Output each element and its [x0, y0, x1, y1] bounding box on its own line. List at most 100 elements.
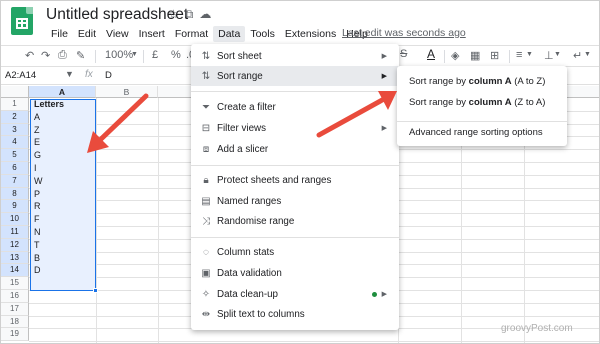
merge-cells-icon[interactable]: ⊞ [490, 49, 499, 62]
cell-a2[interactable]: A [34, 111, 40, 124]
cell-a8[interactable]: P [34, 188, 40, 201]
name-box-caret-icon[interactable]: ▼ [65, 69, 74, 79]
select-all-corner[interactable] [1, 86, 29, 98]
shuffle-icon: ⤨ [202, 215, 210, 227]
cell-a1[interactable]: Letters [34, 98, 64, 111]
menu-item-sort-sheet[interactable]: ⇅ Sort sheet ▶ [191, 46, 399, 66]
menu-data[interactable]: Data [213, 26, 246, 42]
row-header[interactable]: 6 [1, 162, 29, 175]
row-header[interactable]: 4 [1, 136, 29, 150]
menu-item-named-ranges[interactable]: ▤ Named ranges [191, 191, 399, 211]
h-align-caret-icon[interactable]: ▼ [526, 51, 533, 58]
borders-icon[interactable]: ▦ [470, 49, 480, 62]
menu-item-add-slicer[interactable]: ⧈ Add a slicer [191, 139, 399, 159]
row-header[interactable]: 8 [1, 187, 29, 201]
menu-insert[interactable]: Insert [134, 26, 170, 42]
cell-a7[interactable]: W [34, 175, 43, 188]
app-window: Untitled spreadsheet ☆⧉☁ File Edit View … [0, 0, 600, 344]
cell-a9[interactable]: R [34, 200, 41, 213]
cell-a5[interactable]: G [34, 149, 41, 162]
menu-extensions[interactable]: Extensions [280, 26, 341, 42]
name-box[interactable]: A2:A14 [5, 70, 36, 81]
v-align-caret-icon[interactable]: ▼ [554, 51, 561, 58]
row-header[interactable]: 15 [1, 277, 29, 290]
menu-item-protect-sheets[interactable]: 🔒︎ Protect sheets and ranges [191, 170, 399, 190]
h-align-icon[interactable]: ≡ [516, 49, 522, 61]
row-header[interactable]: 18 [1, 315, 29, 329]
star-icon[interactable]: ☆ [168, 7, 185, 21]
row-header[interactable]: 10 [1, 213, 29, 226]
strikethrough-icon[interactable]: S [400, 48, 407, 60]
sort-icon: ⇅ [201, 50, 211, 62]
redo-icon[interactable]: ↷ [41, 49, 50, 62]
row-header[interactable]: 9 [1, 200, 29, 214]
zoom-select[interactable]: 100% [105, 49, 133, 61]
menu-item-column-stats[interactable]: ◌ Column stats [191, 242, 399, 262]
text-wrap-caret-icon[interactable]: ▼ [584, 51, 591, 58]
row-header[interactable]: 16 [1, 290, 29, 303]
cell-a3[interactable]: Z [34, 124, 40, 137]
cell-a13[interactable]: B [34, 252, 40, 265]
row-header[interactable]: 2 [1, 110, 29, 124]
cloud-status-icon[interactable]: ☁ [199, 7, 217, 21]
menu-format[interactable]: Format [170, 26, 213, 42]
menu-item-randomise-range[interactable]: ⤨ Randomise range [191, 211, 399, 231]
lock-icon: 🔒︎ [203, 174, 209, 186]
submenu-arrow-icon: ▶ [381, 291, 387, 298]
menu-edit[interactable]: Edit [73, 26, 101, 42]
menu-item-create-filter[interactable]: ⏷ Create a filter [191, 97, 399, 117]
row-header[interactable]: 5 [1, 149, 29, 162]
row-header[interactable]: 3 [1, 123, 29, 137]
cell-a11[interactable]: N [34, 226, 41, 239]
column-header-a[interactable]: A [29, 86, 96, 98]
text-color-icon[interactable]: A [427, 47, 435, 61]
row-header[interactable]: 7 [1, 174, 29, 188]
v-align-icon[interactable]: ⊥ [544, 49, 554, 62]
menu-item-data-clean-up[interactable]: ✧ Data clean-up ▶ [191, 284, 399, 304]
watermark: groovyPost.com [501, 323, 573, 334]
menu-item-sort-range[interactable]: ⇅ Sort range ▶ [191, 66, 399, 86]
text-wrap-icon[interactable]: ↵ [573, 49, 582, 62]
sort-a-to-z-item[interactable]: Sort range by column A (A to Z) [409, 76, 545, 87]
slicer-icon: ⧈ [202, 143, 210, 155]
menu-tools[interactable]: Tools [245, 26, 280, 42]
row-header[interactable]: 19 [1, 328, 29, 342]
row-header[interactable]: 17 [1, 302, 29, 316]
row-header[interactable]: 14 [1, 264, 29, 278]
advanced-sort-item[interactable]: Advanced range sorting options [409, 127, 543, 138]
sheets-logo-icon[interactable] [11, 7, 33, 35]
menu-item-data-validation[interactable]: ▣ Data validation [191, 263, 399, 283]
zoom-caret-icon[interactable]: ▼ [131, 51, 138, 58]
filter-views-icon: ⊟ [201, 122, 211, 134]
cell-a6[interactable]: I [34, 162, 37, 175]
formula-input[interactable]: D [105, 70, 112, 81]
row-header[interactable]: 13 [1, 251, 29, 265]
percent-button[interactable]: % [171, 49, 181, 61]
cell-a12[interactable]: T [34, 239, 40, 252]
document-title[interactable]: Untitled spreadsheet [46, 6, 188, 24]
fill-handle[interactable] [93, 288, 98, 293]
menu-view[interactable]: View [101, 26, 134, 42]
row-header[interactable]: 1 [1, 98, 29, 111]
clean-up-icon: ✧ [201, 288, 211, 300]
cell-a14[interactable]: D [34, 264, 41, 277]
currency-button[interactable]: £ [152, 49, 158, 61]
cell-a4[interactable]: E [34, 136, 40, 149]
sort-range-submenu: Sort range by column A (A to Z) Sort ran… [397, 66, 567, 146]
menu-item-filter-views[interactable]: ⊟ Filter views ▶ [191, 118, 399, 138]
lightbulb-icon: ◌ [203, 246, 209, 258]
row-header[interactable]: 11 [1, 226, 29, 239]
menu-file[interactable]: File [46, 26, 73, 42]
print-icon[interactable]: ⎙ [58, 49, 67, 62]
cell-a10[interactable]: F [34, 213, 40, 226]
paint-format-icon[interactable]: ✎ [76, 49, 85, 62]
menu-item-split-text[interactable]: ⇹ Split text to columns [191, 304, 399, 324]
move-icon[interactable]: ⧉ [185, 7, 200, 21]
last-edit-link[interactable]: Last edit was seconds ago [342, 27, 466, 39]
sort-z-to-a-item[interactable]: Sort range by column A (Z to A) [409, 97, 545, 108]
submenu-arrow-icon: ▶ [381, 53, 387, 60]
undo-icon[interactable]: ↶ [25, 49, 34, 62]
column-header-b[interactable]: B [96, 86, 158, 98]
row-header[interactable]: 12 [1, 238, 29, 252]
fill-color-icon[interactable]: ◈ [451, 49, 459, 62]
